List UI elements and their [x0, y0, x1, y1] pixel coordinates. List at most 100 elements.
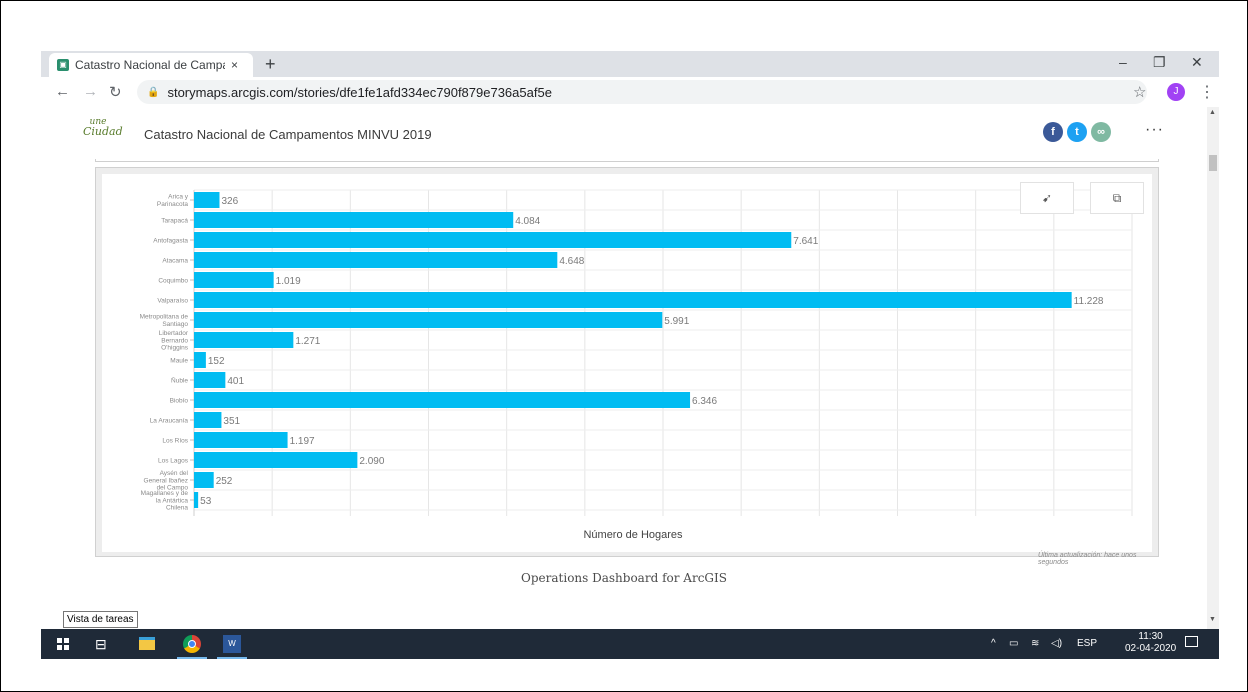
restore-icon[interactable]: ❐ — [1153, 54, 1166, 71]
bar — [194, 392, 691, 408]
value-label: 1.197 — [290, 436, 315, 447]
value-label: 252 — [216, 476, 233, 487]
story-header: une Ciudad Catastro Nacional de Campament… — [41, 107, 1207, 160]
browser-tabstrip: ▣ Catastro Nacional de Campamen × + – ❐ … — [41, 51, 1219, 77]
bar — [194, 432, 288, 448]
category-label: Tarapacá — [161, 217, 188, 224]
browser-tab[interactable]: ▣ Catastro Nacional de Campamen × — [49, 53, 253, 77]
bar — [194, 312, 663, 328]
value-label: 4.084 — [515, 216, 540, 227]
bar — [194, 212, 514, 228]
bar — [194, 332, 294, 348]
word-active-indicator — [217, 657, 247, 659]
address-bar: ← → ↻ 🔒 storymaps.arcgis.com/stories/dfe… — [41, 77, 1219, 108]
minimize-icon[interactable]: – — [1119, 54, 1127, 70]
lock-icon: 🔒 — [147, 86, 160, 98]
value-label: 4.648 — [559, 256, 584, 267]
chrome-icon[interactable] — [183, 635, 201, 653]
value-label: 1.019 — [276, 276, 301, 287]
clock-date: 02-04-2020 — [1125, 643, 1177, 654]
taskbar-clock[interactable]: 11:30 02-04-2020 — [1125, 631, 1176, 655]
page-scrollbar[interactable] — [1207, 107, 1219, 629]
category-label: Aysén del General Ibañez del Campo — [144, 470, 189, 491]
category-label: Antofagasta — [153, 237, 188, 244]
battery-icon[interactable]: ▭ — [1009, 638, 1018, 649]
profile-avatar[interactable]: J — [1167, 83, 1185, 101]
bar — [194, 292, 1072, 308]
category-label: Maule — [170, 357, 188, 364]
category-label: Valparaíso — [157, 297, 188, 304]
category-label: Los Ríos — [162, 437, 188, 444]
word-icon[interactable]: W — [223, 635, 241, 653]
back-arrow-icon[interactable]: ← — [55, 83, 70, 100]
value-label: 1.271 — [295, 336, 320, 347]
category-label: Metropolitana de Santiago — [140, 314, 189, 328]
copy-link-icon[interactable]: ∞ — [1091, 122, 1111, 142]
scroll-up-arrow-icon[interactable]: ▲ — [1209, 109, 1216, 116]
dashboard-embed: Arica y Parinacota 326 Tarapacá 4.084 Antofag… — [95, 167, 1159, 566]
bar — [194, 492, 199, 508]
scrollbar-thumb[interactable] — [1209, 155, 1217, 171]
tab-close-icon[interactable]: × — [231, 58, 238, 72]
forward-arrow-icon[interactable]: → — [83, 83, 98, 100]
close-window-icon[interactable]: ✕ — [1191, 54, 1203, 71]
bar — [194, 452, 358, 468]
bar — [194, 472, 214, 488]
windows-taskbar: ⊟ W ^ ▭ ≋ ◁) ESP 11:30 02-04-2020 — [41, 629, 1219, 659]
selection-tool-button[interactable]: ➹ — [1020, 182, 1074, 214]
value-label: 11.228 — [1074, 296, 1104, 307]
page-frame: ▣ Catastro Nacional de Campamen × + – ❐ … — [0, 0, 1248, 692]
clock-time: 11:30 — [1138, 631, 1163, 642]
more-options-button[interactable]: ··· — [1145, 121, 1164, 139]
x-axis-title: Número de Hogares — [583, 529, 683, 541]
tray-chevron-icon[interactable]: ^ — [991, 638, 996, 649]
expand-icon[interactable]: ⧉ — [1090, 182, 1144, 214]
browser-menu-icon[interactable]: ⋮ — [1199, 82, 1215, 102]
scroll-down-arrow-icon[interactable]: ▼ — [1209, 616, 1216, 623]
category-label: Atacama — [162, 257, 188, 264]
storymaps-favicon-icon: ▣ — [57, 59, 69, 71]
category-label: Magallanes y de la Antártica Chilena — [141, 490, 189, 511]
dashboard-caption: Operations Dashboard for ArcGIS — [521, 571, 727, 585]
bar — [194, 232, 792, 248]
bar-chart-panel: Arica y Parinacota 326 Tarapacá 4.084 Antofag… — [102, 174, 1152, 566]
bar — [194, 372, 226, 388]
tab-title: Catastro Nacional de Campamen — [75, 58, 225, 72]
task-view-tooltip: Vista de tareas — [63, 611, 138, 628]
bookmark-star-icon[interactable]: ☆ — [1133, 83, 1146, 101]
value-label: 6.346 — [692, 396, 717, 407]
value-label: 401 — [227, 376, 244, 387]
bar-chart: Arica y Parinacota 326 Tarapacá 4.084 Antofag… — [140, 189, 1133, 541]
value-label: 5.991 — [664, 316, 689, 327]
category-label: Arica y Parinacota — [157, 194, 189, 208]
last-updated-text: Última actualización: hace unos segundos — [1038, 552, 1137, 566]
story-content: Arica y Parinacota 326 Tarapacá 4.084 Antofag… — [41, 159, 1207, 629]
story-title: Catastro Nacional de Campamentos MINVU 2… — [144, 127, 432, 142]
value-label: 152 — [208, 356, 225, 367]
twitter-share-icon[interactable]: t — [1067, 122, 1087, 142]
value-label: 7.641 — [793, 236, 818, 247]
bar — [194, 192, 220, 208]
value-label: 53 — [200, 496, 212, 507]
bar — [194, 352, 206, 368]
task-view-icon[interactable]: ⊟ — [95, 636, 107, 653]
value-label: 326 — [221, 196, 238, 207]
file-explorer-icon[interactable] — [139, 637, 155, 650]
volume-icon[interactable]: ◁) — [1051, 638, 1062, 649]
category-label: La Araucanía — [150, 417, 189, 424]
windows-start-icon[interactable] — [57, 638, 69, 650]
bar — [194, 272, 274, 288]
category-label: Coquimbo — [158, 277, 188, 284]
facebook-share-icon[interactable]: f — [1043, 122, 1063, 142]
url-input[interactable]: 🔒 storymaps.arcgis.com/stories/dfe1fe1af… — [137, 80, 1147, 104]
url-text: storymaps.arcgis.com/stories/dfe1fe1afd3… — [167, 84, 552, 100]
new-tab-button[interactable]: + — [265, 54, 276, 75]
language-indicator[interactable]: ESP — [1077, 638, 1097, 649]
value-label: 2.090 — [359, 456, 384, 467]
reload-icon[interactable]: ↻ — [109, 83, 122, 101]
notifications-icon[interactable] — [1185, 636, 1198, 647]
value-label: 351 — [223, 416, 240, 427]
wifi-icon[interactable]: ≋ — [1031, 638, 1039, 649]
bar — [194, 252, 558, 268]
chrome-active-indicator — [177, 657, 207, 659]
